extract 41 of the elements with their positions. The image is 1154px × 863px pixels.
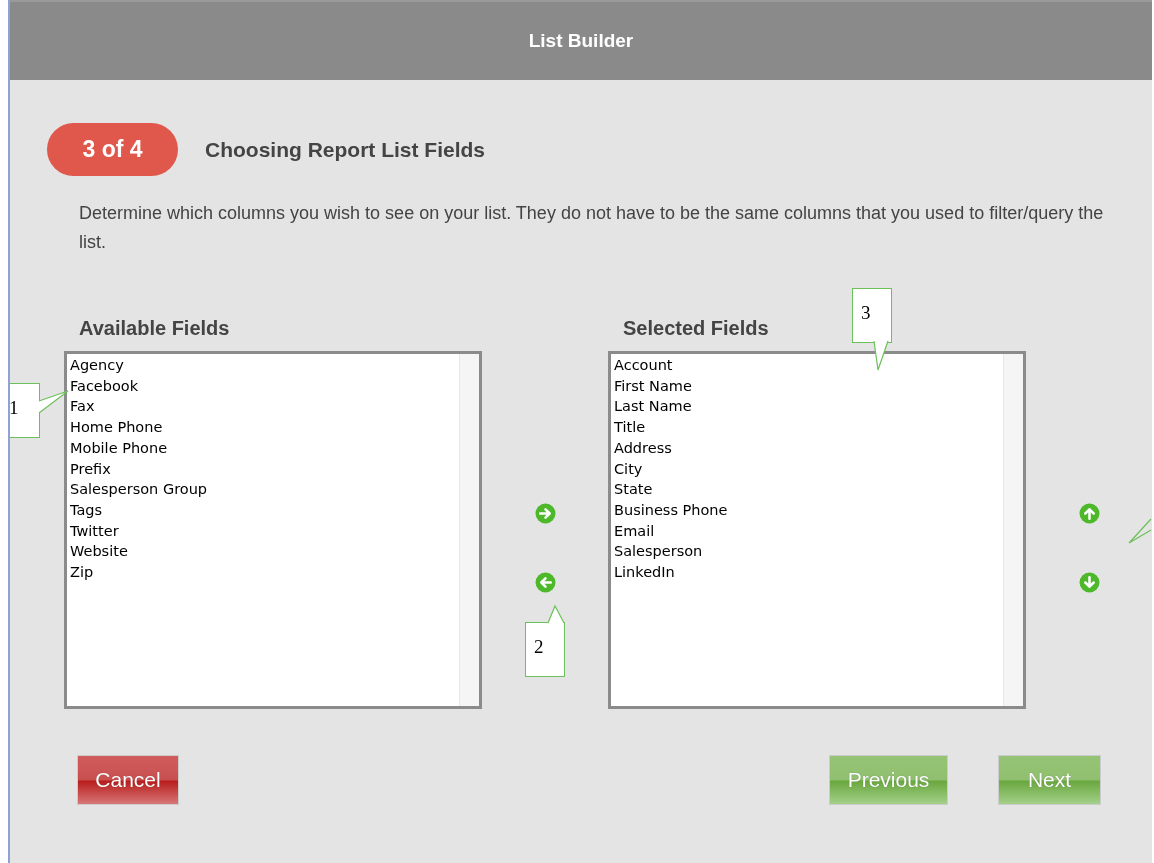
scrollbar[interactable] — [1003, 354, 1023, 706]
step-title: Choosing Report List Fields — [205, 137, 485, 162]
list-item[interactable]: Mobile Phone — [70, 437, 168, 459]
list-item[interactable]: City — [614, 458, 643, 480]
callout-pointer — [547, 605, 565, 624]
list-item[interactable]: Fax — [70, 396, 95, 418]
move-up-icon[interactable] — [1078, 503, 1100, 524]
list-item[interactable]: Zip — [70, 562, 94, 583]
leader-line — [1128, 518, 1152, 544]
list-item[interactable]: First Name — [614, 375, 692, 397]
list-item[interactable]: Website — [70, 541, 128, 563]
list-item[interactable]: Home Phone — [70, 417, 163, 438]
list-item[interactable]: Tags — [70, 499, 103, 521]
step-badge: 3 of 4 — [47, 123, 178, 176]
list-heading: Selected Fields — [623, 317, 770, 341]
callout-pointer — [872, 341, 890, 371]
available-fields-list[interactable]: Agency Facebook Fax Home Phone Mobile Phone Prefix Salesperson Group Tags Twitter Website Zip — [64, 351, 482, 709]
list-item[interactable]: Account — [614, 355, 673, 376]
list-item[interactable]: Email — [614, 520, 655, 542]
selected-fields-list[interactable]: Account First Name Last Name Title Address City State Business Phone Email Salesperson LinkedIn — [608, 351, 1026, 709]
callout-pointer — [39, 389, 69, 415]
callout: 3 — [852, 288, 892, 343]
callout: 2 — [525, 622, 565, 677]
list-item[interactable]: State — [614, 479, 653, 500]
move-down-icon[interactable] — [1078, 572, 1100, 593]
list-item[interactable]: Title — [614, 417, 646, 438]
list-heading: Available Fields — [79, 317, 231, 341]
list-item[interactable]: LinkedIn — [614, 562, 675, 583]
scrollbar[interactable] — [459, 354, 479, 706]
list-item[interactable]: Twitter — [70, 520, 119, 542]
list-item[interactable]: Facebook — [70, 375, 139, 397]
list-item[interactable]: Salesperson — [614, 541, 703, 563]
list-item[interactable]: Business Phone — [614, 499, 728, 521]
list-item[interactable]: Salesperson Group — [70, 479, 208, 500]
list-item[interactable]: Prefix — [70, 458, 111, 480]
list-item[interactable]: Last Name — [614, 396, 692, 418]
cancel-button[interactable]: Cancel — [77, 755, 179, 805]
list-item[interactable]: Address — [614, 437, 672, 459]
list-item[interactable]: Agency — [70, 355, 124, 376]
window-title: List Builder — [528, 30, 634, 52]
description: Determine which columns you wish to see on your list. They do not have to be the same columns that you used to filter/query the list. — [79, 202, 1105, 254]
